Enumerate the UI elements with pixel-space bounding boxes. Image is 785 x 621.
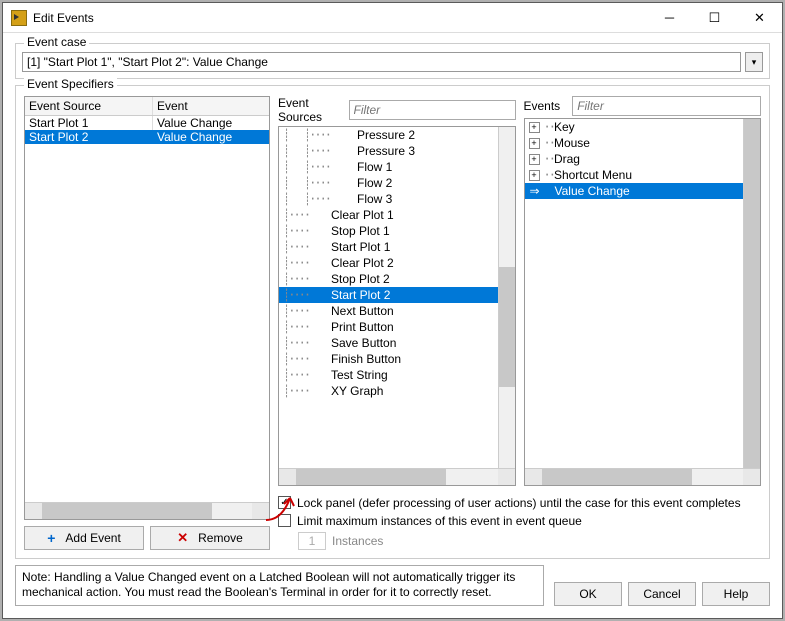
tree-item[interactable]: ┊····Stop Plot 2 [279,271,515,287]
tree-item[interactable]: ┊····Start Plot 1 [279,239,515,255]
tree-item[interactable]: ┊····Clear Plot 1 [279,207,515,223]
note-text: Note: Handling a Value Changed event on … [15,565,544,606]
tree-item[interactable]: +·· Key [525,119,761,135]
event-specifiers-label: Event Specifiers [24,77,117,91]
table-row[interactable]: Start Plot 1 Value Change [25,116,269,130]
limit-instances-label: Limit maximum instances of this event in… [297,514,582,528]
tree-item[interactable]: ┊····Start Plot 2 [279,287,515,303]
annotation-arrow [260,490,320,530]
vscrollbar[interactable] [743,119,760,468]
expand-icon[interactable]: + [529,122,540,133]
instances-label: Instances [332,534,383,548]
events-filter[interactable] [572,96,761,116]
event-case-text: [1] "Start Plot 1", "Start Plot 2": Valu… [22,52,741,72]
event-case-group: Event case [1] "Start Plot 1", "Start Pl… [15,43,770,79]
help-button[interactable]: Help [702,582,770,606]
expand-icon[interactable]: + [529,138,540,149]
ok-button[interactable]: OK [554,582,622,606]
expand-icon[interactable]: + [529,154,540,165]
hscrollbar[interactable] [25,502,269,519]
col-event-source[interactable]: Event Source [25,97,153,115]
table-row[interactable]: Start Plot 2 Value Change [25,130,269,144]
add-event-button[interactable]: +Add Event [24,526,144,550]
events-tree: +·· Key+·· Mouse+·· Drag+·· Shortcut Men… [524,118,762,486]
tree-item[interactable]: ⇒Value Change [525,183,761,199]
edit-events-dialog: Edit Events ─ ☐ ✕ Event case [1] "Start … [2,2,783,619]
event-sources-label: Event Sources [278,96,337,124]
hscrollbar[interactable] [279,468,515,485]
remove-button[interactable]: ✕Remove [150,526,270,550]
maximize-button[interactable]: ☐ [692,3,737,32]
tree-item[interactable]: ┊ ┊····Flow 3 [279,191,515,207]
event-case-dropdown[interactable]: ▾ [745,52,763,72]
expand-icon[interactable]: + [529,170,540,181]
lock-panel-label: Lock panel (defer processing of user act… [297,496,741,510]
tree-item[interactable]: ┊ ┊····Flow 1 [279,159,515,175]
tree-item[interactable]: +·· Shortcut Menu [525,167,761,183]
tree-item[interactable]: ┊····Save Button [279,335,515,351]
app-icon [11,10,27,26]
x-icon: ✕ [177,530,188,546]
cancel-button[interactable]: Cancel [628,582,696,606]
tree-item[interactable]: ┊ ┊····Flow 2 [279,175,515,191]
tree-item[interactable]: ┊····XY Graph [279,383,515,399]
tree-item[interactable]: ┊····Stop Plot 1 [279,223,515,239]
tree-item[interactable]: ┊····Print Button [279,319,515,335]
event-specifiers-group: Event Specifiers Event Source Event Star… [15,85,770,559]
event-sources-tree: ┊ ┊····Pressure 2┊ ┊····Pressure 3┊ ┊···… [278,126,516,486]
plus-icon: + [47,530,55,546]
tree-item[interactable]: ┊····Next Button [279,303,515,319]
instances-input [298,532,326,550]
tree-item[interactable]: ┊ ┊····Pressure 2 [279,127,515,143]
hscrollbar[interactable] [525,468,761,485]
minimize-button[interactable]: ─ [647,3,692,32]
events-label: Events [524,99,561,113]
event-sources-filter[interactable] [349,100,516,120]
tree-item[interactable]: +·· Mouse [525,135,761,151]
tree-item[interactable]: ┊ ┊····Pressure 3 [279,143,515,159]
specifiers-table: Event Source Event Start Plot 1 Value Ch… [24,96,270,520]
window-title: Edit Events [33,11,647,25]
tree-item[interactable]: +·· Drag [525,151,761,167]
close-button[interactable]: ✕ [737,3,782,32]
titlebar: Edit Events ─ ☐ ✕ [3,3,782,33]
event-case-label: Event case [24,35,89,49]
vscrollbar[interactable] [498,127,515,468]
tree-item[interactable]: ┊····Test String [279,367,515,383]
tree-item[interactable]: ┊····Clear Plot 2 [279,255,515,271]
tree-item[interactable]: ┊····Finish Button [279,351,515,367]
right-arrow-icon: ⇒ [529,184,541,198]
col-event[interactable]: Event [153,97,269,115]
